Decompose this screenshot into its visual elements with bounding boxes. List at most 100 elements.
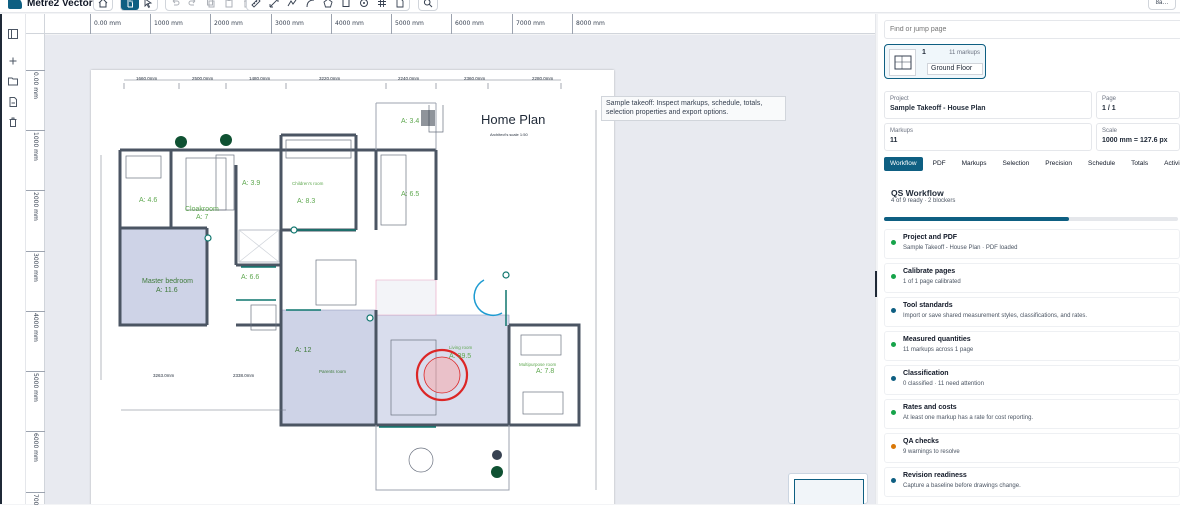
page-search-input[interactable] <box>884 20 1180 39</box>
home-icon[interactable] <box>94 0 112 10</box>
panel-resize-grip[interactable] <box>875 271 877 297</box>
h-ruler-label: 4000 mm <box>335 20 364 27</box>
room-area-label: A: 6.6 <box>241 274 260 281</box>
tab-precision[interactable]: Precision <box>1039 157 1078 171</box>
measure-icon[interactable] <box>265 0 283 10</box>
workflow-step[interactable]: Tool standards Import or save shared mea… <box>884 297 1180 327</box>
h-ruler-label: 5000 mm <box>395 20 424 27</box>
rail-edge <box>0 14 2 504</box>
step-title: Revision readiness <box>903 472 967 479</box>
panel-toggle-icon[interactable] <box>7 27 19 39</box>
drawing-canvas[interactable]: Home Plan Architect's scale 1:50 1660.0m… <box>45 35 875 504</box>
status-dot <box>891 342 896 347</box>
room-area-label: A: 39.5 <box>449 353 472 360</box>
page-name-field[interactable]: Ground Floor <box>927 63 983 75</box>
markup-hall[interactable] <box>375 279 437 316</box>
markups-info: Markups 11 <box>884 123 1092 151</box>
plus-icon[interactable] <box>7 54 19 66</box>
room-name-label: Children's room <box>292 181 324 186</box>
paste-icon[interactable] <box>220 0 238 10</box>
step-description: 9 warnings to resolve <box>903 449 960 455</box>
user-menu-button[interactable]: 8a… <box>1148 0 1176 10</box>
navigation-group <box>120 0 158 11</box>
rect-icon[interactable] <box>337 0 355 10</box>
workflow-step[interactable]: Revision readiness Capture a baseline be… <box>884 467 1180 497</box>
plant-icon <box>175 136 187 148</box>
status-dot <box>891 410 896 415</box>
room-name-label: Cloakroom <box>185 206 219 213</box>
status-dot <box>891 444 896 449</box>
status-dot <box>891 274 896 279</box>
minimap-viewport[interactable] <box>794 479 864 504</box>
plant-icon <box>492 450 502 460</box>
page-thumbnail[interactable] <box>889 49 916 76</box>
workflow-step[interactable]: Classification 0 classified · 11 need at… <box>884 365 1180 395</box>
folder-icon[interactable] <box>7 74 19 86</box>
markups-value: 11 <box>890 137 898 144</box>
h-ruler-label: 3000 mm <box>275 20 304 27</box>
step-title: QA checks <box>903 438 939 445</box>
count-icon[interactable] <box>355 0 373 10</box>
edit-group <box>165 0 257 11</box>
trash-icon[interactable] <box>7 115 19 127</box>
app-logo-icon <box>8 0 22 9</box>
tab-pdf[interactable]: PDF <box>927 157 952 171</box>
project-value: Sample Takeoff - House Plan <box>890 105 986 112</box>
page-info: Page 1 / 1 <box>1096 91 1180 119</box>
tab-workflow[interactable]: Workflow <box>884 157 923 171</box>
room-area-label: A: 6.5 <box>401 191 420 198</box>
tab-activity[interactable]: Activi <box>1158 157 1180 171</box>
v-ruler-label: 0.00 mm <box>32 72 39 99</box>
workflow-step[interactable]: Rates and costs At least one markup has … <box>884 399 1180 429</box>
copy-icon[interactable] <box>202 0 220 10</box>
polygon-icon[interactable] <box>319 0 337 10</box>
dimension-label: 1660.0mm <box>136 76 158 81</box>
tab-markups[interactable]: Markups <box>956 157 993 171</box>
sample-takeoff-tooltip: Sample takeoff: Inspect markups, schedul… <box>601 96 786 121</box>
arc-icon[interactable] <box>301 0 319 10</box>
pointer-icon[interactable] <box>139 0 157 10</box>
room-area-label: A: 8.3 <box>297 198 316 205</box>
search-icon[interactable] <box>419 0 437 10</box>
v-ruler-label: 2000 mm <box>32 192 39 221</box>
room-area-label: A: 3.9 <box>242 180 261 187</box>
workflow-step[interactable]: Calibrate pages 1 of 1 page calibrated <box>884 263 1180 293</box>
minimap[interactable] <box>788 473 868 504</box>
page-card[interactable]: 1 11 markups Ground Floor <box>884 44 986 79</box>
room-name-label: Master bedroom <box>142 278 193 285</box>
undo-icon[interactable] <box>166 0 184 10</box>
h-ruler-label: 7000 mm <box>516 20 545 27</box>
right-panel: 1 11 markups Ground Floor Project Sample… <box>878 14 1180 504</box>
grid-icon[interactable] <box>373 0 391 10</box>
app-name: Metre2 Vector <box>27 0 93 9</box>
markup-master-bedroom[interactable] <box>119 227 208 326</box>
h-ruler-label: 6000 mm <box>455 20 484 27</box>
markup-parents-room[interactable] <box>280 309 377 426</box>
polyline-icon[interactable] <box>283 0 301 10</box>
tab-totals[interactable]: Totals <box>1125 157 1154 171</box>
scale-value: 1000 mm = 127.6 px <box>1102 137 1168 144</box>
dimension-label: 2500.0mm <box>192 76 214 81</box>
dimension-label: 2240.0mm <box>398 76 420 81</box>
vertical-ruler: 0.00 mm 1000 mm 2000 mm 3000 mm 4000 mm … <box>26 34 45 505</box>
drawing-sheet[interactable]: Home Plan Architect's scale 1:50 1660.0m… <box>91 70 614 504</box>
status-dot <box>891 478 896 483</box>
workflow-step[interactable]: Measured quantities 11 markups across 1 … <box>884 331 1180 361</box>
hand-icon[interactable] <box>121 0 139 10</box>
workflow-step[interactable]: QA checks 9 warnings to resolve <box>884 433 1180 463</box>
page-icon[interactable] <box>391 0 409 10</box>
tab-schedule[interactable]: Schedule <box>1082 157 1121 171</box>
status-dot <box>891 376 896 381</box>
step-title: Rates and costs <box>903 404 957 411</box>
export-icon[interactable] <box>7 95 19 107</box>
workflow-summary: 4 of 9 ready · 2 blockers <box>891 198 956 204</box>
markups-label: Markups <box>890 128 914 134</box>
ruler-icon[interactable] <box>247 0 265 10</box>
room-area-label: A: 11.6 <box>156 287 178 294</box>
top-toolbar: Metre2 Vector 8a… <box>0 0 1180 13</box>
redo-icon[interactable] <box>184 0 202 10</box>
tab-selection[interactable]: Selection <box>997 157 1036 171</box>
workflow-title: QS Workflow <box>891 188 944 198</box>
workflow-step[interactable]: Project and PDF Sample Takeoff - House P… <box>884 229 1180 259</box>
step-description: At least one markup has a rate for cost … <box>903 415 1034 421</box>
